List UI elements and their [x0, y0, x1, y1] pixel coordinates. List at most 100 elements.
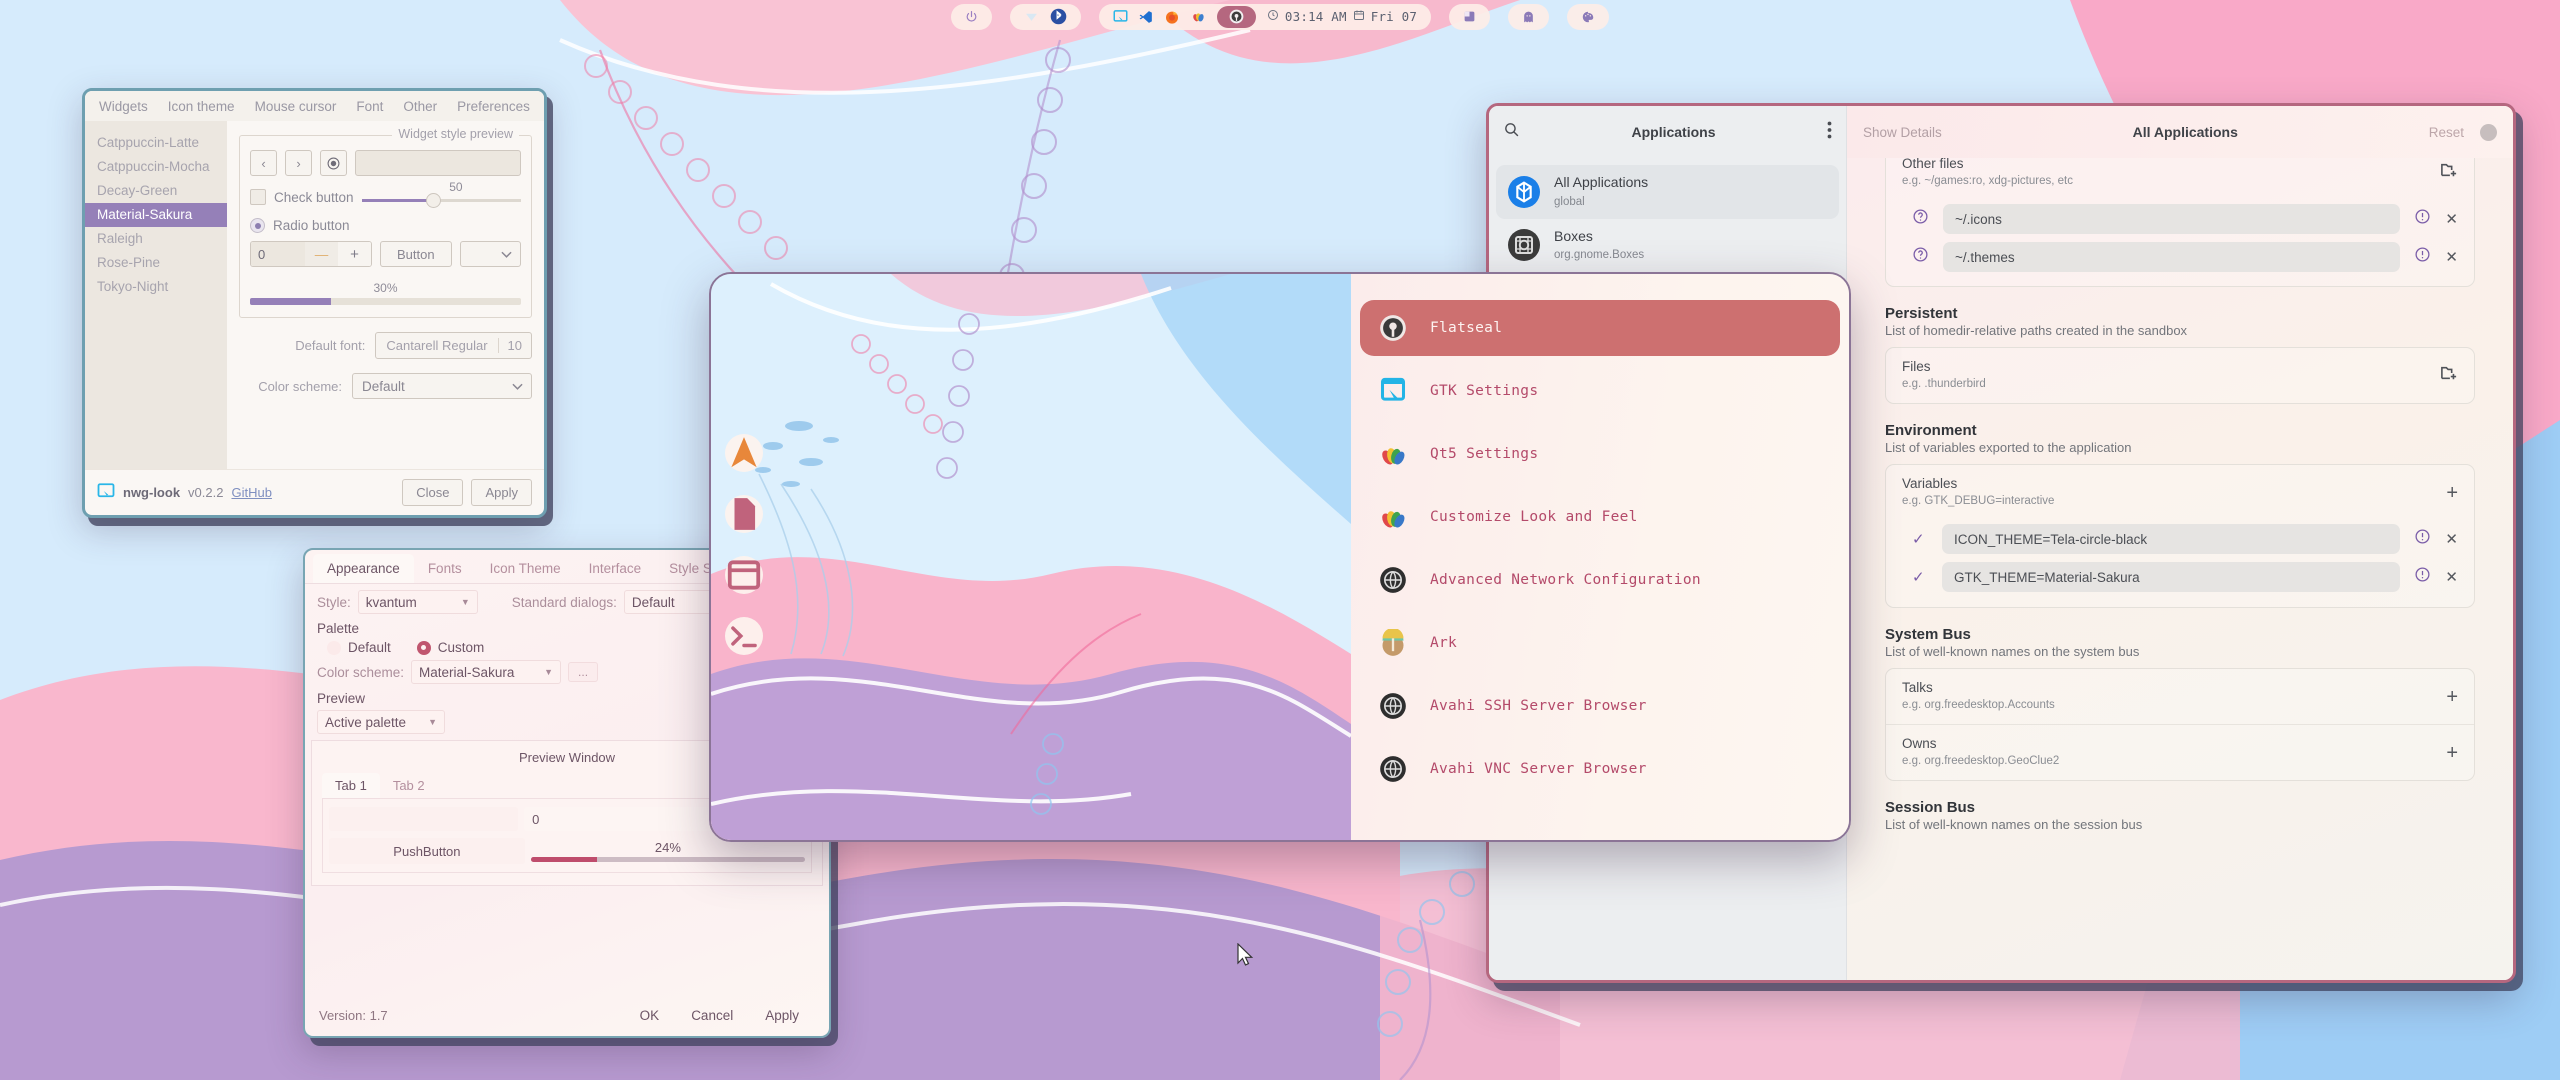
- waybar-palette-group[interactable]: [1567, 4, 1609, 30]
- launcher-item-customize-look-and-feel[interactable]: Customize Look and Feel: [1360, 489, 1840, 545]
- launcher-item-gtk-settings[interactable]: GTK Settings: [1360, 363, 1840, 419]
- kebab-menu-icon[interactable]: [1827, 121, 1832, 144]
- clock-widget[interactable]: 03:14 AM Fri 07: [1267, 9, 1417, 24]
- check-icon[interactable]: ✓: [1912, 568, 1928, 586]
- app-launcher-window[interactable]: Flatseal GTK Settings Qt5: [709, 272, 1851, 842]
- power-icon[interactable]: [965, 10, 978, 23]
- theme-item[interactable]: Raleigh: [85, 227, 227, 251]
- help-icon[interactable]: [1912, 208, 1929, 230]
- add-talks-button[interactable]: +: [2446, 687, 2458, 707]
- launcher-app-list[interactable]: Flatseal GTK Settings Qt5: [1351, 274, 1849, 840]
- launcher-dock[interactable]: [725, 434, 763, 655]
- github-link[interactable]: GitHub: [231, 485, 271, 500]
- apply-button[interactable]: Apply: [749, 1003, 815, 1028]
- palette-custom-radio[interactable]: [417, 641, 431, 655]
- tab-fonts[interactable]: Fonts: [414, 554, 476, 583]
- terminal-icon[interactable]: [725, 617, 763, 655]
- prev-back-button[interactable]: ‹: [250, 150, 277, 176]
- menu-preferences[interactable]: Preferences: [457, 99, 530, 114]
- flatseal-taskbar-pill[interactable]: [1217, 6, 1256, 28]
- preview-tab-1[interactable]: Tab 1: [322, 773, 380, 798]
- launcher-item-flatseal[interactable]: Flatseal: [1360, 300, 1840, 356]
- filesystem-entry[interactable]: ~/.icons ✕: [1886, 200, 2474, 238]
- theme-item[interactable]: Decay-Green: [85, 179, 227, 203]
- palette-default-radio[interactable]: [327, 641, 341, 655]
- environment-entry[interactable]: ✓ GTK_THEME=Material-Sakura ✕: [1886, 558, 2474, 596]
- check-icon[interactable]: ✓: [1912, 530, 1928, 548]
- menu-widgets[interactable]: Widgets: [99, 99, 148, 114]
- flatseal-permissions-panel[interactable]: Other files e.g. ~/games:ro, xdg-picture…: [1847, 158, 2513, 980]
- radio-button[interactable]: [250, 218, 265, 233]
- nwg-look-menubar[interactable]: Widgets Icon theme Mouse cursor Font Oth…: [85, 91, 544, 121]
- cancel-button[interactable]: Cancel: [675, 1003, 749, 1028]
- reset-button[interactable]: Reset: [2429, 125, 2464, 140]
- apply-button[interactable]: Apply: [471, 479, 532, 506]
- palette-icon[interactable]: [1581, 10, 1595, 24]
- spin-plus[interactable]: +: [338, 242, 371, 266]
- waybar-screenshot-group[interactable]: [1449, 4, 1490, 30]
- arch-icon[interactable]: [725, 434, 763, 472]
- firefox-icon[interactable]: [1164, 9, 1180, 25]
- nwg-look-icon[interactable]: [1113, 9, 1128, 24]
- sidebar-item-all-applications[interactable]: All Applications global: [1496, 165, 1839, 219]
- slider-knob[interactable]: [426, 193, 441, 208]
- check-button[interactable]: [250, 189, 266, 205]
- window-icon[interactable]: [725, 556, 763, 594]
- style-combobox[interactable]: kvantum ▼: [358, 590, 478, 614]
- close-icon[interactable]: ✕: [2445, 210, 2458, 228]
- spin-value[interactable]: 0: [251, 242, 305, 266]
- menu-mouse-cursor[interactable]: Mouse cursor: [255, 99, 337, 114]
- help-icon[interactable]: [1912, 246, 1929, 268]
- launcher-item-avahi-ssh-server-browser[interactable]: Avahi SSH Server Browser: [1360, 678, 1840, 734]
- tab-appearance[interactable]: Appearance: [313, 554, 414, 583]
- preview-text-entry[interactable]: [329, 807, 518, 831]
- color-scheme-combobox[interactable]: Material-Sakura ▼: [411, 660, 561, 684]
- tab-icon-theme[interactable]: Icon Theme: [476, 554, 575, 583]
- color-scheme-combobox[interactable]: Default: [352, 373, 532, 399]
- waybar-network-group[interactable]: [1010, 4, 1081, 30]
- folder-add-icon[interactable]: [2440, 365, 2458, 386]
- active-palette-combobox[interactable]: Active palette ▼: [317, 710, 445, 734]
- launcher-item-avahi-vnc-server-browser[interactable]: Avahi VNC Server Browser: [1360, 741, 1840, 797]
- environment-entry[interactable]: ✓ ICON_THEME=Tela-circle-black ✕: [1886, 520, 2474, 558]
- tab-interface[interactable]: Interface: [575, 554, 656, 583]
- theme-item[interactable]: Catppuccin-Mocha: [85, 155, 227, 179]
- menu-icon-theme[interactable]: Icon theme: [168, 99, 235, 114]
- filesystem-entry-value[interactable]: ~/.icons: [1943, 204, 2400, 234]
- folder-add-icon[interactable]: [2440, 162, 2458, 183]
- prev-forward-button[interactable]: ›: [285, 150, 312, 176]
- preview-push-button[interactable]: PushButton: [329, 838, 525, 864]
- add-variable-button[interactable]: +: [2446, 483, 2458, 503]
- nwg-look-window[interactable]: Widgets Icon theme Mouse cursor Font Oth…: [82, 88, 547, 518]
- menu-other[interactable]: Other: [403, 99, 437, 114]
- warning-icon[interactable]: [2414, 208, 2431, 230]
- theme-item-selected[interactable]: Material-Sakura: [85, 203, 227, 227]
- waybar-taskbar-group[interactable]: 03:14 AM Fri 07: [1099, 4, 1431, 30]
- launcher-item-advanced-network-configuration[interactable]: Advanced Network Configuration: [1360, 552, 1840, 608]
- waybar-power-group[interactable]: [951, 4, 992, 30]
- filesystem-entry[interactable]: ~/.themes ✕: [1886, 238, 2474, 276]
- spin-button[interactable]: 0 — +: [250, 241, 372, 267]
- launcher-item-ark[interactable]: Ark: [1360, 615, 1840, 671]
- preview-tab-2[interactable]: Tab 2: [380, 773, 438, 798]
- sidebar-item-boxes[interactable]: Boxes org.gnome.Boxes: [1496, 219, 1839, 273]
- warning-icon[interactable]: [2414, 528, 2431, 550]
- search-icon[interactable]: [1503, 121, 1520, 143]
- warning-icon[interactable]: [2414, 566, 2431, 588]
- close-button[interactable]: Close: [402, 479, 463, 506]
- show-details-button[interactable]: Show Details: [1863, 125, 1942, 140]
- close-icon[interactable]: ✕: [2445, 568, 2458, 586]
- bluetooth-icon[interactable]: [1050, 8, 1067, 25]
- qt5ct-icon[interactable]: [1191, 9, 1206, 24]
- spin-minus[interactable]: —: [305, 242, 338, 266]
- waybar-ghost-group[interactable]: [1508, 4, 1549, 30]
- theme-item[interactable]: Catppuccin-Latte: [85, 131, 227, 155]
- filesystem-entry-value[interactable]: ~/.themes: [1943, 242, 2400, 272]
- files-icon[interactable]: [725, 495, 763, 533]
- environment-entry-value[interactable]: ICON_THEME=Tela-circle-black: [1942, 524, 2400, 554]
- preview-combobox[interactable]: [460, 241, 521, 267]
- window-close-button[interactable]: [2480, 124, 2497, 141]
- close-icon[interactable]: ✕: [2445, 248, 2458, 266]
- add-owns-button[interactable]: +: [2446, 743, 2458, 763]
- ok-button[interactable]: OK: [624, 1003, 676, 1028]
